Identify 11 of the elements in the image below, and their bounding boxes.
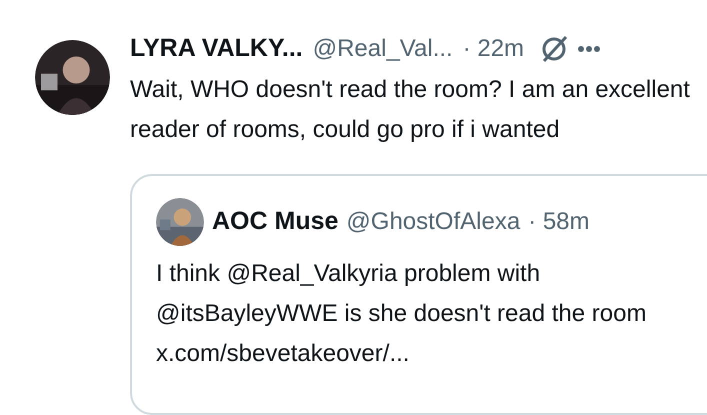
quote-text: I think @Real_Valkyria problem with @itsBayleyWWE is she doesn't read the room x.com/sbevetakeover/... [156, 258, 648, 368]
post-time[interactable]: · 22m [462, 30, 524, 67]
circle-slash-icon[interactable] [540, 34, 568, 63]
author-handle[interactable]: @Real_Val... [312, 30, 453, 67]
author-name[interactable]: LYRA VALKY... [130, 30, 303, 68]
quote-time[interactable]: · 58m [528, 204, 590, 240]
quote-card[interactable]: AOC Muse @GhostOfAlexa · 58m I think @Real_Valkyria problem with @itsBayleyWWE is she doesn't read the room x.com/sbevetakeover/... [130, 174, 707, 415]
post-text: Wait, WHO doesn't read the room? I am an excellent reader of rooms, could go pro if i wanted [130, 74, 690, 144]
more-icon[interactable] [578, 44, 600, 53]
quote-author-handle[interactable]: @GhostOfAlexa [346, 204, 520, 240]
quote-author-name[interactable]: AOC Muse [212, 202, 338, 240]
